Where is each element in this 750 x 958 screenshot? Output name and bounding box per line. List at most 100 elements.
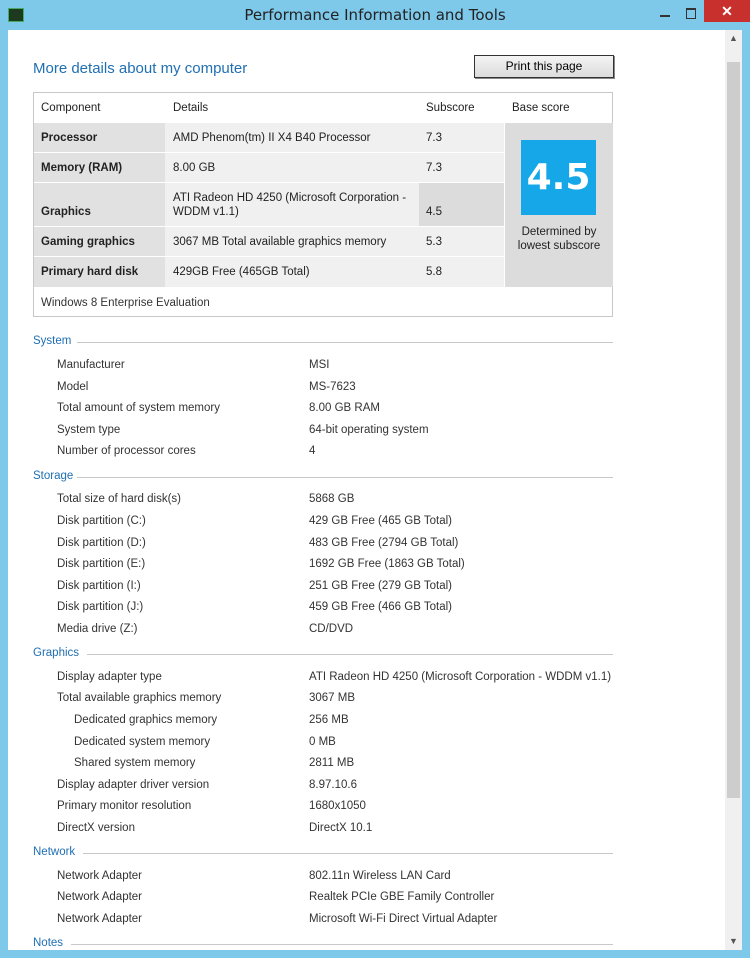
section-title: System <box>33 335 72 347</box>
header-subscore: Subscore <box>426 102 475 114</box>
section-divider <box>83 853 613 854</box>
component-name: Memory (RAM) <box>34 153 165 182</box>
section-divider <box>77 477 613 478</box>
component-details: 8.00 GB <box>165 153 419 182</box>
score-row-processor: Processor AMD Phenom(tm) II X4 B40 Proce… <box>34 123 504 152</box>
info-value: 3067 MB <box>309 692 356 704</box>
component-subscore: 7.3 <box>419 153 504 182</box>
component-subscore: 5.3 <box>419 227 504 256</box>
component-subscore: 5.8 <box>419 257 504 287</box>
component-subscore: 7.3 <box>419 123 504 152</box>
header-details: Details <box>173 102 209 114</box>
info-value: 8.97.10.6 <box>309 779 357 791</box>
info-label: Disk partition (E:) <box>57 558 146 570</box>
score-row-memory: Memory (RAM) 8.00 GB 7.3 <box>34 153 504 182</box>
info-label: Disk partition (C:) <box>57 515 146 527</box>
section-title: Notes <box>33 937 64 949</box>
section-notes: Notes <box>33 937 613 949</box>
info-value: MSI <box>309 359 330 371</box>
component-details: 429GB Free (465GB Total) <box>165 257 419 287</box>
info-label: Display adapter driver version <box>57 779 210 791</box>
print-button[interactable]: Print this page <box>474 55 614 78</box>
info-label: Manufacturer <box>57 359 125 371</box>
info-value: Realtek PCIe GBE Family Controller <box>309 891 495 903</box>
minimize-button[interactable] <box>654 4 676 24</box>
info-value: ATI Radeon HD 4250 (Microsoft Corporatio… <box>309 671 612 683</box>
component-name: Gaming graphics <box>34 227 165 256</box>
title-bar[interactable]: Performance Information and Tools ✕ <box>0 0 750 30</box>
info-value: MS-7623 <box>309 381 356 393</box>
base-score-note: Determined by lowest subscore <box>517 226 601 252</box>
info-value: 8.00 GB RAM <box>309 402 380 414</box>
info-label: DirectX version <box>57 822 135 834</box>
info-label: Media drive (Z:) <box>57 623 138 635</box>
info-label: System type <box>57 424 121 436</box>
component-details: 3067 MB Total available graphics memory <box>165 227 419 256</box>
info-label: Network Adapter <box>57 870 143 882</box>
info-label: Total amount of system memory <box>57 402 220 414</box>
info-value: 459 GB Free (466 GB Total) <box>309 601 452 613</box>
score-row-graphics: Graphics ATI Radeon HD 4250 (Microsoft C… <box>34 183 504 226</box>
content-area: More details about my computer Print thi… <box>8 30 742 950</box>
component-details: ATI Radeon HD 4250 (Microsoft Corporatio… <box>165 183 419 226</box>
os-edition: Windows 8 Enterprise Evaluation <box>41 297 210 309</box>
info-value: 64-bit operating system <box>309 424 429 436</box>
section-graphics: Graphics <box>33 647 613 659</box>
score-row-gaming-graphics: Gaming graphics 3067 MB Total available … <box>34 227 504 256</box>
window: Performance Information and Tools ✕ More… <box>0 0 750 958</box>
info-label: Dedicated graphics memory <box>74 714 218 726</box>
section-divider <box>71 944 613 945</box>
info-value: 5868 GB <box>309 493 355 505</box>
info-label: Model <box>57 381 89 393</box>
info-label: Network Adapter <box>57 913 143 925</box>
component-subscore: 4.5 <box>419 183 504 226</box>
component-details: AMD Phenom(tm) II X4 B40 Processor <box>165 123 419 152</box>
section-network: Network <box>33 846 613 858</box>
info-label: Network Adapter <box>57 891 143 903</box>
scrollbar-thumb[interactable] <box>727 62 740 798</box>
header-base-score: Base score <box>512 102 570 114</box>
base-score-panel: 4.5 Determined by lowest subscore <box>505 123 613 287</box>
info-value: 4 <box>309 445 316 457</box>
info-value: 802.11n Wireless LAN Card <box>309 870 451 882</box>
score-row-primary-hard-disk: Primary hard disk 429GB Free (465GB Tota… <box>34 257 504 287</box>
base-score-tile: 4.5 <box>521 140 596 215</box>
scroll-down-arrow-icon[interactable]: ▼ <box>725 933 742 950</box>
window-title: Performance Information and Tools <box>244 6 506 24</box>
section-storage: Storage <box>33 470 613 482</box>
info-value: DirectX 10.1 <box>309 822 373 834</box>
info-value: CD/DVD <box>309 623 354 635</box>
info-label: Total size of hard disk(s) <box>57 493 181 505</box>
info-label: Dedicated system memory <box>74 736 211 748</box>
score-table: Component Details Subscore Base score Pr… <box>33 92 613 317</box>
info-value: 2811 MB <box>309 757 355 769</box>
info-label: Number of processor cores <box>57 445 196 457</box>
section-divider <box>87 654 613 655</box>
info-value: 429 GB Free (465 GB Total) <box>309 515 452 527</box>
maximize-button[interactable] <box>680 4 702 24</box>
section-system: System <box>33 335 613 347</box>
info-label: Shared system memory <box>74 757 196 769</box>
page-title: More details about my computer <box>33 60 248 77</box>
info-value: 1680x1050 <box>309 800 366 812</box>
scroll-up-arrow-icon[interactable]: ▲ <box>725 30 742 47</box>
section-title: Graphics <box>33 647 80 659</box>
info-value: 251 GB Free (279 GB Total) <box>309 580 452 592</box>
info-value: 1692 GB Free (1863 GB Total) <box>309 558 465 570</box>
section-title: Storage <box>33 470 74 482</box>
component-name: Primary hard disk <box>34 257 165 287</box>
info-label: Display adapter type <box>57 671 162 683</box>
info-label: Total available graphics memory <box>57 692 222 704</box>
info-value: Microsoft Wi-Fi Direct Virtual Adapter <box>309 913 498 925</box>
section-divider <box>77 342 613 343</box>
component-name: Graphics <box>34 183 165 226</box>
info-value: 256 MB <box>309 714 349 726</box>
info-label: Primary monitor resolution <box>57 800 192 812</box>
header-component: Component <box>41 102 101 114</box>
info-label: Disk partition (J:) <box>57 601 144 613</box>
info-value: 0 MB <box>309 736 336 748</box>
close-button[interactable]: ✕ <box>704 0 750 22</box>
info-value: 483 GB Free (2794 GB Total) <box>309 537 459 549</box>
vertical-scrollbar[interactable]: ▲ ▼ <box>725 30 742 950</box>
component-name: Processor <box>34 123 165 152</box>
